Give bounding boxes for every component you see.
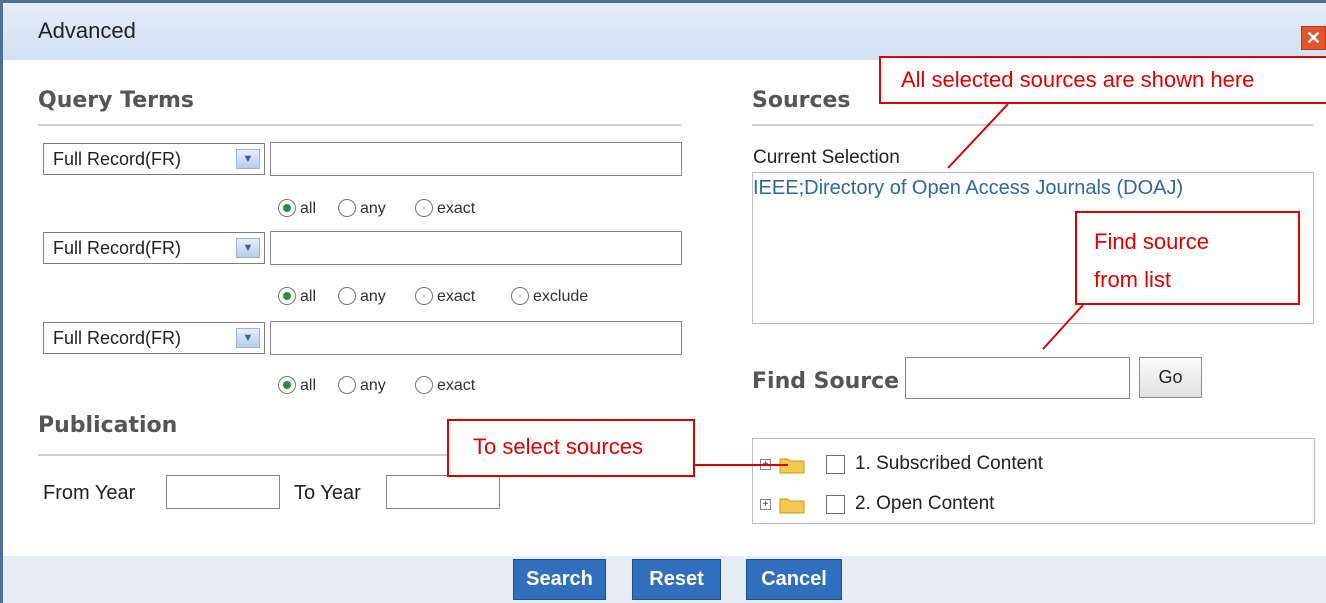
field-select-1[interactable]: Full Record(FR) ▼ — [43, 143, 265, 175]
query-terms-heading: Query Terms — [38, 88, 195, 113]
field-select-3-value: Full Record(FR) — [53, 328, 182, 348]
callout-find-source: Find source from list — [1075, 211, 1300, 305]
callout-sources-shown: All selected sources are shown here — [879, 56, 1326, 104]
tree-item-label: 1. Subscribed Content — [855, 453, 1044, 474]
callout-find-source-line1: Find source — [1094, 229, 1209, 254]
folder-icon — [779, 498, 805, 514]
radio-any-3-label: any — [360, 377, 386, 394]
title-bar: Advanced — [3, 0, 1326, 60]
reset-button[interactable]: Reset — [632, 559, 721, 600]
callout-select-sources: To select sources — [447, 419, 695, 477]
field-select-3[interactable]: Full Record(FR) ▼ — [43, 322, 265, 354]
current-selection-label: Current Selection — [753, 147, 900, 168]
radio-exact-3[interactable] — [415, 376, 433, 394]
radio-exact-2-label: exact — [437, 288, 476, 305]
find-source-label: Find Source — [752, 369, 900, 394]
advanced-search-dialog: Advanced ✕ Query Terms Full Record(FR) ▼… — [0, 0, 1326, 603]
radio-all-1[interactable] — [278, 199, 296, 217]
field-select-2-value: Full Record(FR) — [53, 238, 182, 258]
callout-find-source-line2: from list — [1094, 267, 1171, 292]
query-input-1[interactable] — [270, 142, 682, 176]
find-source-input[interactable] — [905, 357, 1130, 399]
search-button[interactable]: Search — [513, 559, 606, 600]
expand-icon[interactable]: + — [760, 499, 771, 510]
query-terms-divider — [38, 124, 681, 126]
to-year-label: To Year — [294, 482, 361, 504]
field-select-1-value: Full Record(FR) — [53, 149, 182, 169]
radio-exact-2[interactable] — [415, 287, 433, 305]
query-input-3[interactable] — [270, 321, 682, 355]
radio-exact-3-label: exact — [437, 377, 476, 394]
callout-select-sources-text: To select sources — [473, 434, 643, 459]
radio-any-2-label: any — [360, 288, 386, 305]
close-icon[interactable]: ✕ — [1301, 26, 1326, 50]
radio-all-2[interactable] — [278, 287, 296, 305]
dialog-title: Advanced — [38, 18, 136, 43]
match-options-1: all any exact — [278, 197, 538, 223]
publication-heading: Publication — [38, 413, 178, 438]
subscribed-checkbox[interactable] — [826, 455, 845, 474]
radio-any-1-label: any — [360, 200, 386, 217]
go-button[interactable]: Go — [1139, 357, 1202, 398]
callout-line-sources-shown — [947, 103, 1009, 169]
tree-item-open[interactable]: + 2. Open Content — [760, 493, 1120, 519]
match-options-3: all any exact — [278, 374, 538, 400]
chevron-down-icon[interactable]: ▼ — [236, 238, 260, 258]
field-select-2[interactable]: Full Record(FR) ▼ — [43, 232, 265, 264]
radio-all-3-label: all — [300, 377, 317, 394]
radio-any-2[interactable] — [338, 287, 356, 305]
radio-exact-1[interactable] — [415, 199, 433, 217]
sources-heading: Sources — [752, 88, 851, 113]
radio-all-2-label: all — [300, 288, 317, 305]
chevron-down-icon[interactable]: ▼ — [236, 328, 260, 348]
match-options-2: all any exact exclude — [278, 285, 638, 311]
radio-all-3[interactable] — [278, 376, 296, 394]
query-input-2[interactable] — [270, 231, 682, 265]
from-year-input[interactable] — [166, 475, 280, 509]
to-year-input[interactable] — [386, 475, 500, 509]
sources-divider — [752, 124, 1313, 126]
radio-exclude-2-label: exclude — [533, 288, 589, 305]
expand-icon[interactable]: + — [760, 459, 771, 470]
callout-sources-shown-text: All selected sources are shown here — [901, 67, 1255, 92]
radio-all-1-label: all — [300, 200, 317, 217]
tree-item-subscribed[interactable]: + 1. Subscribed Content — [760, 453, 1120, 479]
from-year-label: From Year — [43, 482, 136, 504]
radio-exact-1-label: exact — [437, 200, 476, 217]
radio-any-3[interactable] — [338, 376, 356, 394]
tree-item-label: 2. Open Content — [855, 493, 995, 514]
cancel-button[interactable]: Cancel — [746, 559, 842, 600]
chevron-down-icon[interactable]: ▼ — [236, 149, 260, 169]
radio-exclude-2[interactable] — [511, 287, 529, 305]
open-content-checkbox[interactable] — [826, 495, 845, 514]
radio-any-1[interactable] — [338, 199, 356, 217]
current-selection-value[interactable]: IEEE;Directory of Open Access Journals (… — [753, 177, 1183, 200]
folder-icon — [779, 458, 805, 474]
